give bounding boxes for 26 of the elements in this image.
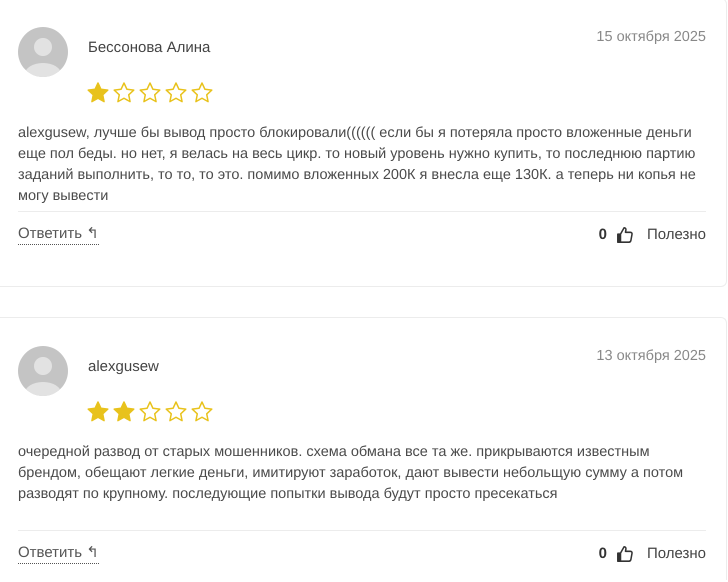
author-name: Бессонова Алина (88, 39, 212, 57)
like-count: 0 (598, 545, 607, 562)
empty-star-icon (138, 81, 162, 105)
empty-star-icon (190, 81, 214, 105)
empty-star-icon (138, 400, 162, 424)
thumbs-up-icon[interactable] (616, 544, 634, 562)
author-name: alexgusew (88, 358, 160, 376)
empty-star-icon (112, 81, 136, 105)
thumbs-up-icon[interactable] (616, 226, 634, 244)
reply-link[interactable]: Ответить ↰ (18, 224, 99, 245)
empty-star-icon (190, 400, 214, 424)
like-count: 0 (598, 226, 607, 243)
review-date: 13 октября 2025 (596, 348, 706, 364)
filled-star-icon (112, 400, 136, 424)
helpful-button[interactable]: Полезно (646, 226, 706, 243)
helpful-button[interactable]: Полезно (646, 545, 706, 562)
filled-star-icon (86, 81, 110, 105)
reply-link[interactable]: Ответить ↰ (18, 543, 99, 564)
empty-star-icon (164, 81, 188, 105)
empty-star-icon (164, 400, 188, 424)
avatar-icon (18, 27, 68, 77)
review-text: очередной развод от старых мошенников. схема обмана все та же. прикрываются известным брендом, обещают легкие деньги, имитируют заработок, дают вывести небольщую сумму а потом разводят по крупному. последующие попытки вывода будут просто пресекаться (18, 443, 684, 504)
review-text: alexgusew, лучше бы вывод просто блокировали(((((( если бы я потеряла просто вложенные деньги еще пол беды. но нет, я велась на весь цикр. то новый уровень нужно купить, то последнюю партию заданий выполнить, то то, то это. помимо вложенных 200К я внесла еще 130К. а теперь ни копья не могу вывести (18, 124, 697, 206)
avatar-icon (18, 346, 68, 396)
review-date: 15 октября 2025 (596, 29, 706, 45)
filled-star-icon (86, 400, 110, 424)
